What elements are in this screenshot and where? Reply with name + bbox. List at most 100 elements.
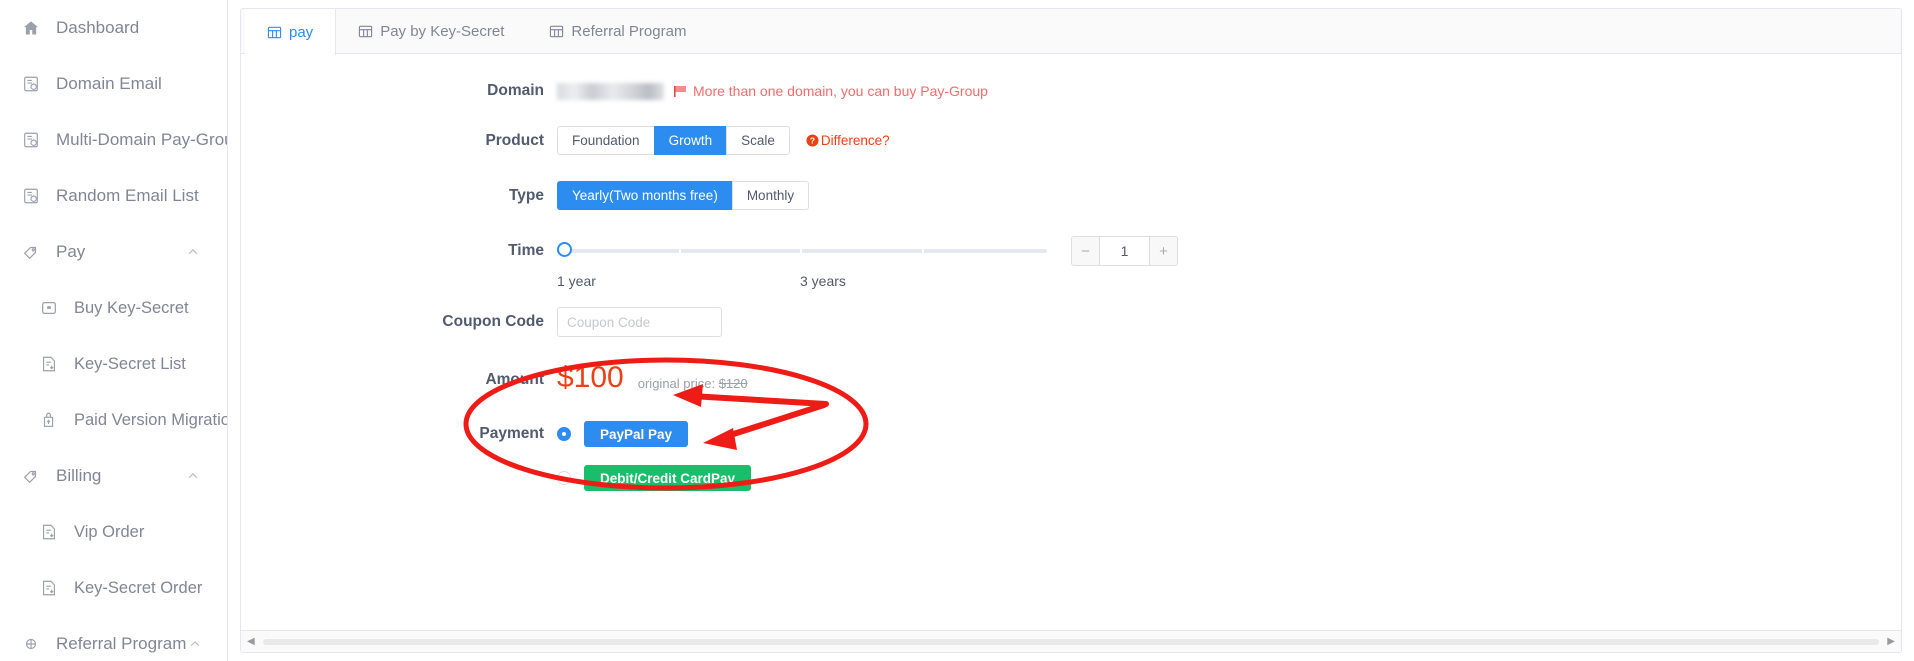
scrollbar-thumb[interactable]	[262, 638, 1880, 645]
domain-row: Domain More than one domain, you can buy…	[241, 82, 1901, 100]
sidebar-item-key-secret-list[interactable]: Key-Secret List	[0, 336, 227, 392]
product-option-growth[interactable]: Growth	[653, 126, 727, 155]
type-label: Type	[508, 186, 544, 204]
tab-referral-program[interactable]: Referral Program	[527, 9, 709, 54]
time-max-label: 3 years	[800, 273, 846, 289]
random-email-icon	[20, 185, 42, 207]
stepper-decrease-button[interactable]: −	[1072, 237, 1100, 265]
domain-label: Domain	[487, 82, 544, 99]
horizontal-scrollbar[interactable]: ◀ ▶	[241, 630, 1901, 652]
key-list-icon	[38, 353, 60, 375]
time-label: Time	[508, 242, 544, 259]
product-option-scale[interactable]: Scale	[726, 126, 790, 155]
sidebar-item-domain-email[interactable]: Domain Email	[0, 56, 227, 112]
amount-label: Amount	[485, 371, 544, 388]
chevron-up-icon[interactable]	[183, 466, 203, 486]
pay-card: pay Pay by Key-Secret Referral Program D…	[240, 8, 1902, 653]
sidebar-item-paid-version-migration[interactable]: Paid Version Migration	[0, 392, 227, 448]
tab-label: Referral Program	[571, 23, 687, 40]
sidebar-item-label: Key-Secret Order	[74, 578, 203, 597]
sidebar-item-referral-program[interactable]: Referral Program	[0, 616, 227, 661]
stepper-value[interactable]: 1	[1100, 237, 1149, 265]
original-price-prefix: original price:	[637, 376, 716, 391]
tab-label: Pay by Key-Secret	[380, 23, 505, 40]
sidebar-item-random-email-list[interactable]: Random Email List	[0, 168, 227, 224]
sidebar-item-multi-domain-pay-group[interactable]: Multi-Domain Pay-Group	[0, 112, 227, 168]
product-options: Foundation Growth Scale	[557, 126, 790, 155]
payment-radio-card[interactable]	[557, 471, 571, 485]
product-row: Product Foundation Growth Scale ? Differ…	[241, 126, 1901, 155]
sidebar-item-key-secret-order[interactable]: Key-Secret Order	[0, 560, 227, 616]
domain-hint: More than one domain, you can buy Pay-Gr…	[674, 83, 988, 99]
tab-bar: pay Pay by Key-Secret Referral Program	[241, 9, 1901, 55]
stepper-increase-button[interactable]: +	[1149, 237, 1177, 265]
slider-tick	[679, 247, 681, 255]
sidebar-item-label: Domain Email	[56, 74, 162, 93]
domain-hint-text: More than one domain, you can buy Pay-Gr…	[693, 83, 988, 99]
payment-radio-paypal[interactable]	[557, 427, 571, 441]
time-slider[interactable]	[557, 242, 1047, 260]
sidebar-item-pay[interactable]: Pay	[0, 224, 227, 280]
slider-tick	[922, 247, 924, 255]
amount-value: $100	[557, 361, 624, 394]
sidebar-item-label: Billing	[56, 466, 102, 485]
coupon-input[interactable]	[557, 307, 722, 337]
sidebar-item-vip-order[interactable]: Vip Order	[0, 504, 227, 560]
multi-domain-icon	[20, 129, 42, 151]
tag-icon	[20, 241, 42, 263]
payment-row-paypal: Payment PayPal Pay	[241, 421, 1901, 447]
time-min-label: 1 year	[557, 273, 596, 289]
difference-link[interactable]: ? Difference?	[806, 133, 890, 148]
coupon-label: Coupon Code	[442, 313, 544, 330]
chevron-up-icon[interactable]	[183, 242, 203, 262]
chevron-up-icon[interactable]	[186, 634, 203, 654]
time-row: Time − 1 +	[241, 236, 1901, 266]
product-option-foundation[interactable]: Foundation	[557, 126, 654, 155]
sidebar-item-dashboard[interactable]: Dashboard	[0, 0, 227, 56]
coupon-row: Coupon Code	[241, 307, 1901, 337]
debit-credit-card-pay-button[interactable]: Debit/Credit CardPay	[584, 465, 752, 491]
scroll-left-arrow-icon[interactable]: ◀	[247, 636, 255, 647]
product-label: Product	[485, 131, 544, 149]
sidebar-item-label: Dashboard	[56, 18, 140, 37]
paypal-pay-button[interactable]: PayPal Pay	[584, 421, 689, 447]
payment-label: Payment	[479, 425, 544, 442]
table-icon	[267, 25, 282, 40]
original-price-value: $120	[718, 376, 748, 391]
table-icon	[549, 24, 564, 39]
order-icon	[38, 521, 60, 543]
slider-tick	[800, 247, 802, 255]
slider-handle[interactable]	[557, 242, 572, 257]
difference-link-label: Difference?	[820, 133, 890, 148]
main-content: pay Pay by Key-Secret Referral Program D…	[228, 0, 1914, 661]
migration-icon	[38, 409, 60, 431]
sidebar-item-label: Pay	[56, 242, 86, 261]
amount-row: Amount $100 original price: $120	[241, 363, 1901, 393]
payment-row-card: Debit/Credit CardPay	[241, 465, 1901, 491]
tab-pay[interactable]: pay	[245, 9, 337, 55]
domain-email-icon	[20, 73, 42, 95]
time-quantity-stepper: − 1 +	[1071, 236, 1178, 266]
sidebar-item-label: Vip Order	[74, 522, 145, 541]
sidebar-item-label: Key-Secret List	[74, 354, 186, 373]
type-options: Yearly(Two months free) Monthly	[557, 181, 810, 210]
type-option-monthly[interactable]: Monthly	[731, 181, 810, 210]
table-icon	[358, 24, 373, 39]
type-option-yearly[interactable]: Yearly(Two months free)	[557, 181, 732, 210]
domain-value-redacted	[557, 82, 664, 100]
home-icon	[20, 17, 42, 39]
time-range-labels: 1 year 3 years	[241, 273, 1901, 289]
scroll-right-arrow-icon[interactable]: ▶	[1887, 636, 1895, 647]
tab-pay-by-key-secret[interactable]: Pay by Key-Secret	[336, 9, 527, 54]
flag-icon	[674, 85, 688, 98]
sidebar-item-billing[interactable]: Billing	[0, 448, 227, 504]
sidebar-item-label: Referral Program	[56, 634, 187, 653]
sidebar-item-label: Paid Version Migration	[74, 410, 228, 429]
sidebar-item-label: Buy Key-Secret	[74, 298, 189, 317]
referral-icon	[20, 633, 42, 655]
tag-icon	[20, 465, 42, 487]
svg-text:?: ?	[810, 136, 815, 146]
question-circle-icon: ?	[806, 134, 819, 147]
sidebar-item-buy-key-secret[interactable]: Buy Key-Secret	[0, 280, 227, 336]
tab-label: pay	[289, 23, 314, 41]
